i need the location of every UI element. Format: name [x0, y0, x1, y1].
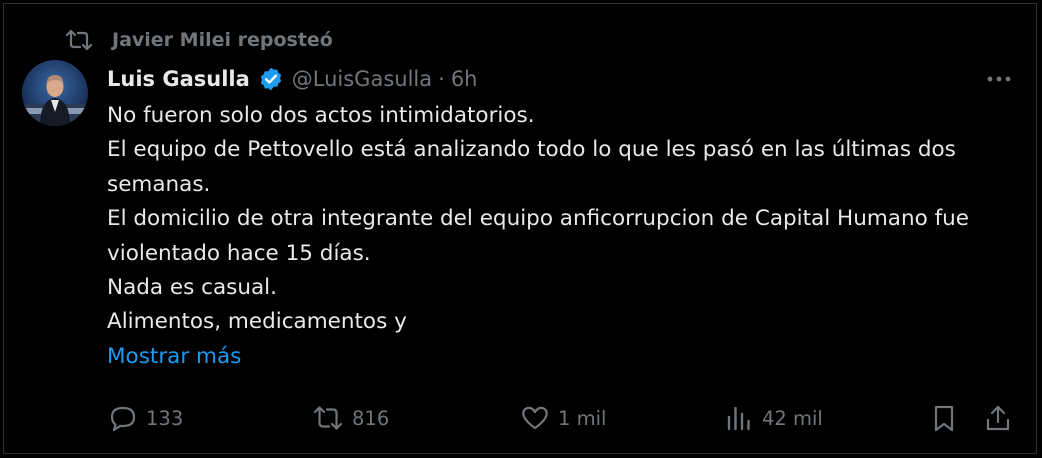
- tweet-timestamp[interactable]: 6h: [451, 67, 478, 91]
- share-icon: [986, 405, 1010, 431]
- verified-badge-icon: [260, 67, 281, 91]
- tweet-actions: 133 816 1 mil 42 mil: [0, 398, 1042, 438]
- author-name[interactable]: Luis Gasulla: [107, 67, 250, 91]
- share-button[interactable]: [983, 398, 1013, 438]
- repost-icon: [313, 406, 343, 430]
- tweet-line: No fueron solo dos actos intimidatorios.: [107, 103, 535, 128]
- more-options-button[interactable]: [984, 66, 1014, 92]
- reply-count: 133: [146, 406, 184, 430]
- like-button[interactable]: 1 mil: [520, 398, 606, 438]
- bookmark-icon: [934, 405, 954, 432]
- like-count: 1 mil: [558, 406, 607, 430]
- repost-button[interactable]: 816: [312, 398, 389, 438]
- reply-button[interactable]: 133: [108, 398, 183, 438]
- avatar[interactable]: [22, 60, 88, 126]
- views-icon: [727, 406, 750, 431]
- tweet-line: Nada es casual.: [107, 275, 277, 301]
- tweet-text: No fueron solo dos actos intimidatorios.…: [107, 99, 1012, 374]
- tweet-line: El domicilio de otra integrante del equi…: [107, 206, 969, 266]
- heart-icon: [522, 406, 548, 430]
- views-count: 42 mil: [762, 406, 823, 430]
- repost-label[interactable]: Javier Milei reposteó: [112, 29, 333, 51]
- tweet-line: El equipo de Pettovello está analizando …: [107, 137, 956, 197]
- reply-icon: [110, 406, 136, 432]
- author-handle[interactable]: @LuisGasulla: [292, 67, 432, 91]
- tweet-header: Luis Gasulla @LuisGasulla · 6h: [107, 63, 477, 95]
- tweet-line: Alimentos, medicamentos y: [107, 309, 407, 335]
- views-button[interactable]: 42 mil: [724, 398, 823, 438]
- bookmark-button[interactable]: [929, 398, 959, 438]
- repost-count: 816: [352, 406, 390, 430]
- repost-icon: [65, 29, 93, 51]
- more-icon: [987, 76, 1011, 82]
- show-more-link[interactable]: Mostrar más: [107, 344, 241, 369]
- separator-dot: ·: [438, 67, 445, 91]
- repost-context: Javier Milei reposteó: [64, 27, 333, 53]
